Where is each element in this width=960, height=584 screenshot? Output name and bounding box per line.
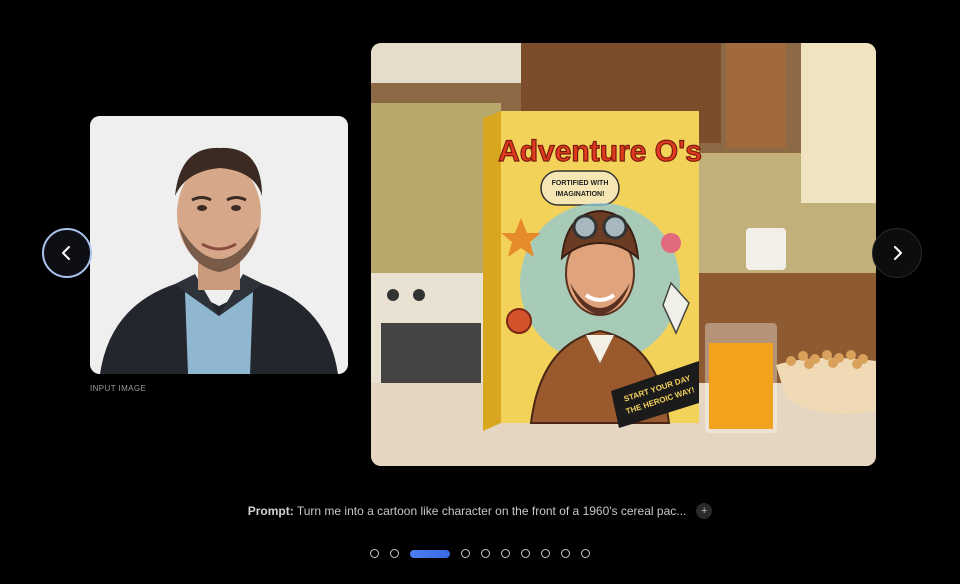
box-title: Adventure O's [498,135,702,168]
page-dot-1[interactable] [370,549,379,558]
page-dot-5[interactable] [481,549,490,558]
portrait-photo [90,116,348,374]
page-dot-10[interactable] [581,549,590,558]
prompt-row: Prompt: Turn me into a cartoon like char… [0,503,960,519]
svg-text:FORTIFIED WITH: FORTIFIED WITH [552,180,609,187]
chevron-right-icon [894,246,902,260]
previous-button[interactable] [42,228,92,278]
page-dot-2[interactable] [390,549,399,558]
prompt-text-wrapper: Prompt: Turn me into a cartoon like char… [248,504,687,518]
page-dot-4[interactable] [461,549,470,558]
chevron-left-icon [62,246,70,260]
page-dot-7[interactable] [521,549,530,558]
prompt-label: Prompt: [247,504,294,518]
output-image: Adventure O's FORTIFIED WITH IMAGINATION… [371,43,876,466]
cereal-box-scene: Adventure O's FORTIFIED WITH IMAGINATION… [371,43,876,466]
page-dot-9[interactable] [561,549,570,558]
expand-prompt-button[interactable]: + [696,503,713,519]
input-image [90,116,348,374]
page-dot-6[interactable] [501,549,510,558]
svg-text:IMAGINATION!: IMAGINATION! [556,191,605,198]
page-dot-3-active[interactable] [410,549,450,558]
prompt-text: Turn me into a cartoon like character on… [296,504,687,518]
next-button[interactable] [872,228,922,278]
input-image-label: INPUT IMAGE [90,384,147,393]
page-dot-8[interactable] [541,549,550,558]
pagination-dots [0,549,960,558]
